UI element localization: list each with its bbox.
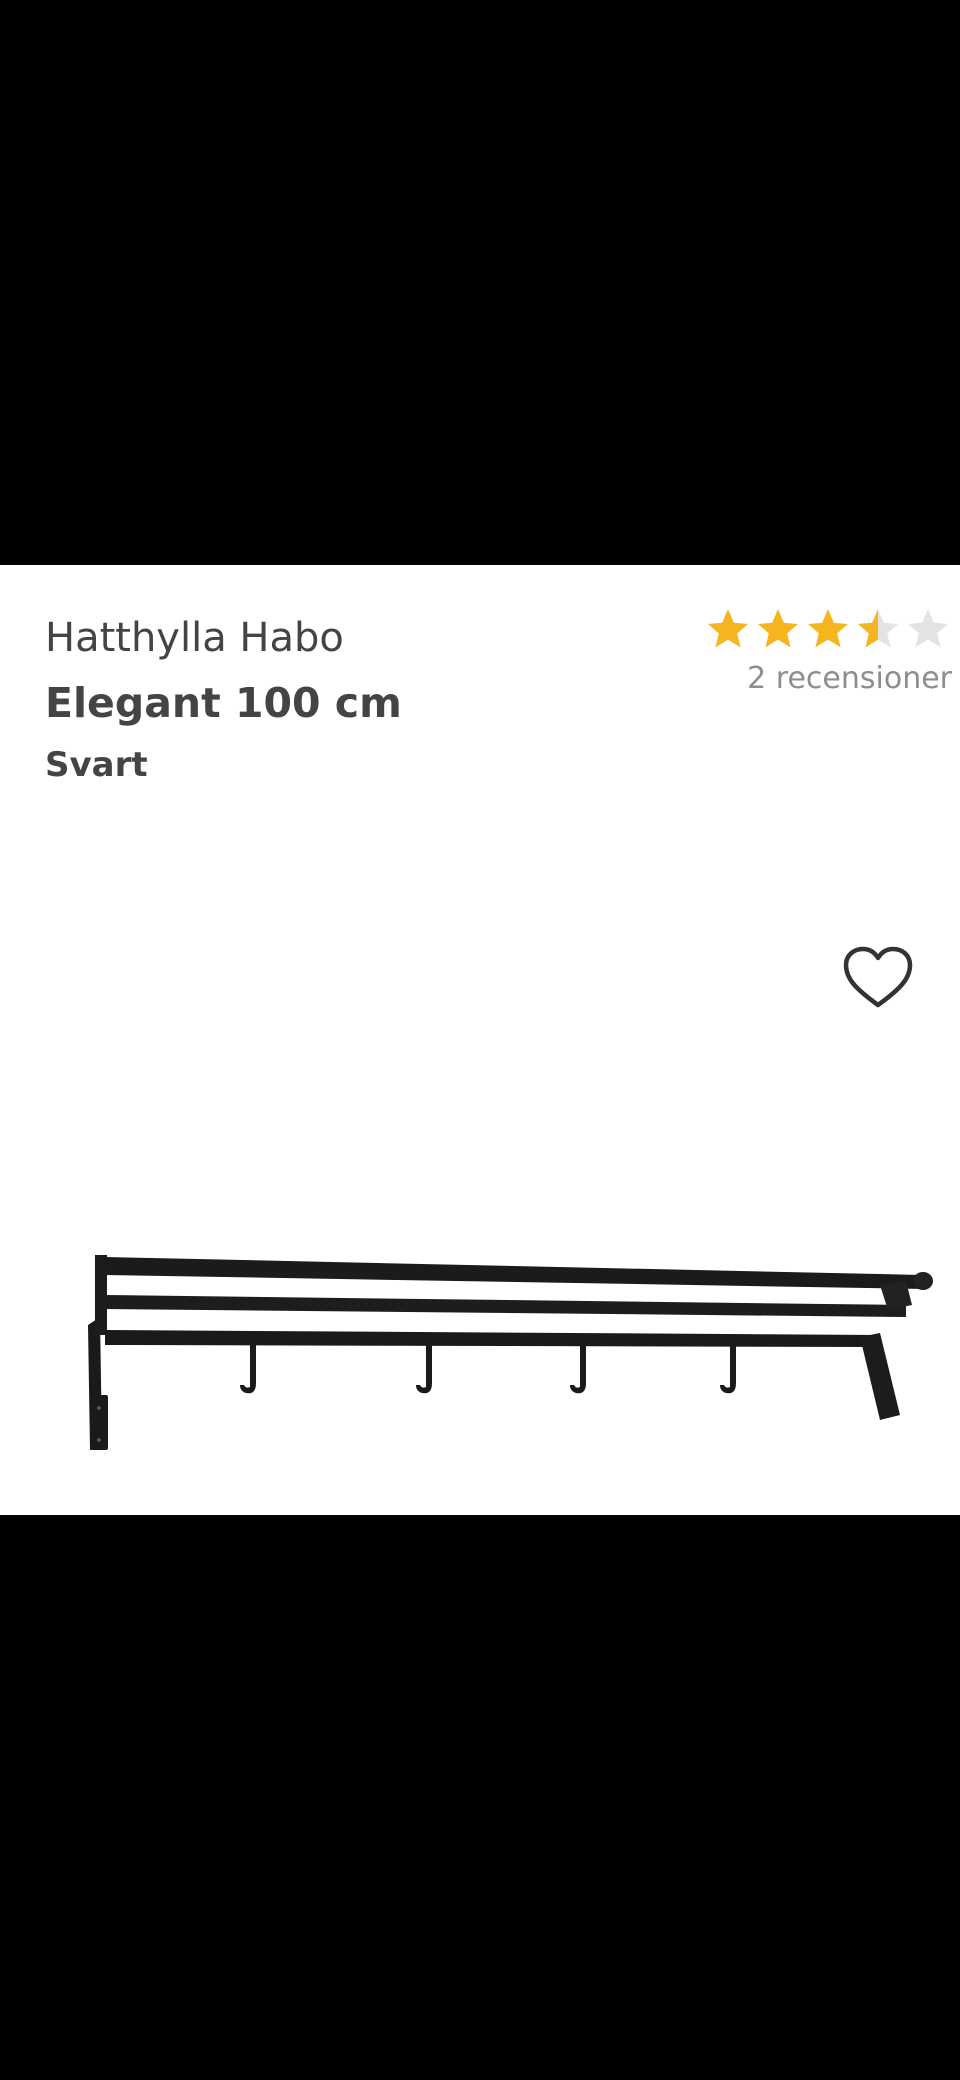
screen: Hatthylla Habo Elegant 100 cm Svart 2 re… [0, 0, 960, 2080]
product-brand: Hatthylla Habo [45, 615, 344, 661]
product-image [88, 1255, 933, 1450]
star-icon [808, 609, 848, 648]
heart-outline-icon [843, 946, 913, 1008]
product-card: Hatthylla Habo Elegant 100 cm Svart 2 re… [0, 565, 960, 1515]
rating-stars [704, 605, 952, 653]
star-icon [758, 609, 798, 648]
star-icon [708, 609, 748, 648]
half-star-icon [858, 609, 898, 648]
rating[interactable]: 2 recensioner [704, 605, 952, 696]
empty-star-icon [908, 609, 948, 648]
reviews-link[interactable]: 2 recensioner [704, 661, 952, 696]
favorite-button[interactable] [842, 945, 914, 1011]
product-title: Elegant 100 cm [45, 679, 402, 727]
product-color: Svart [45, 745, 148, 785]
